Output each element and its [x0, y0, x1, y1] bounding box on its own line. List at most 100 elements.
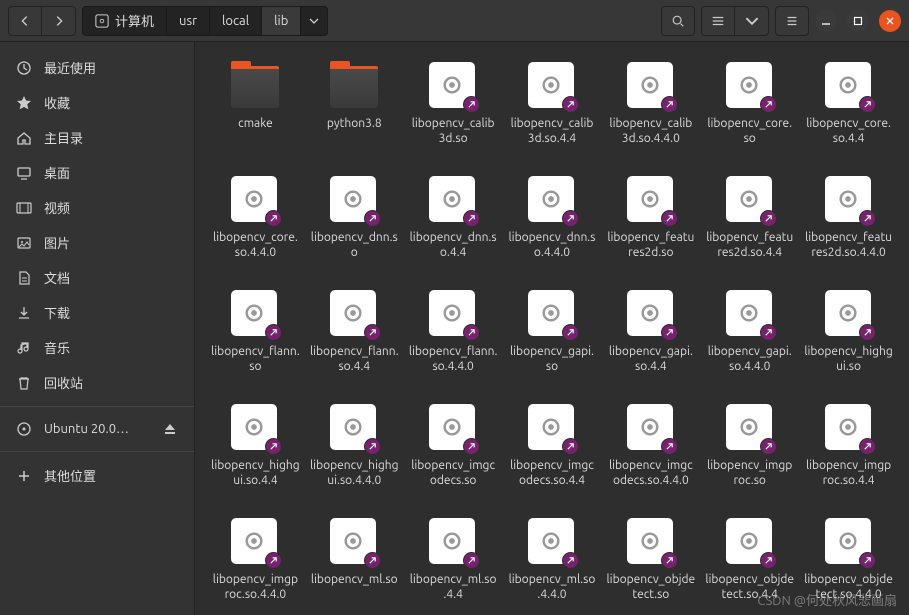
symlink-badge-icon	[661, 210, 678, 227]
file-item[interactable]: libopencv_flann.so.4.4.0	[407, 288, 500, 390]
view-list-button[interactable]	[701, 6, 735, 36]
file-item[interactable]: libopencv_core.so.4.4.0	[209, 174, 302, 276]
symlink-badge-icon	[661, 324, 678, 341]
file-item[interactable]: libopencv_highgui.so.4.4.0	[308, 402, 401, 504]
shared-lib-icon	[825, 290, 873, 338]
file-label: libopencv_highgui.so.4.4.0	[310, 458, 399, 502]
file-item[interactable]: libopencv_features2d.so	[604, 174, 697, 276]
file-item[interactable]: libopencv_objdetect.so.4.4	[703, 516, 796, 615]
file-item[interactable]: python3.8	[308, 60, 401, 162]
symlink-badge-icon	[562, 438, 579, 455]
sidebar-item-recent[interactable]: 最近使用	[0, 50, 194, 85]
file-item[interactable]: libopencv_highgui.so.4.4	[209, 402, 302, 504]
file-item[interactable]: libopencv_flann.so	[209, 288, 302, 390]
sidebar-item-label: 主目录	[44, 128, 83, 147]
download-icon	[16, 305, 32, 321]
shared-lib-icon	[726, 290, 774, 338]
file-item[interactable]: libopencv_flann.so.4.4	[308, 288, 401, 390]
path-dropdown[interactable]	[301, 7, 327, 35]
sidebar-item-pictures[interactable]: 图片	[0, 225, 194, 260]
shared-lib-icon	[825, 176, 873, 224]
file-item[interactable]: libopencv_ml.so.4.4	[407, 516, 500, 615]
symlink-badge-icon	[364, 324, 381, 341]
file-label: libopencv_flann.so	[211, 344, 300, 388]
shared-lib-icon	[528, 290, 576, 338]
sidebar-item-downloads[interactable]: 下载	[0, 295, 194, 330]
shared-lib-icon	[825, 518, 873, 566]
file-item[interactable]: libopencv_objdetect.so	[604, 516, 697, 615]
close-button[interactable]	[879, 10, 901, 32]
file-item[interactable]: libopencv_gapi.so.4.4	[604, 288, 697, 390]
shared-lib-icon	[726, 404, 774, 452]
music-icon	[16, 340, 32, 356]
titlebar: 计算机 usr local lib	[0, 0, 909, 42]
sidebar-item-documents[interactable]: 文档	[0, 260, 194, 295]
sidebar-item-label: 最近使用	[44, 58, 96, 77]
path-root-label: 计算机	[115, 11, 154, 30]
file-label: libopencv_features2d.so.4.4	[705, 230, 794, 274]
sidebar-item-label: 其他位置	[44, 466, 96, 485]
file-item[interactable]: libopencv_dnn.so.4.4.0	[506, 174, 599, 276]
file-item[interactable]: libopencv_imgproc.so.4.4	[802, 402, 895, 504]
sidebar-item-trash[interactable]: 回收站	[0, 365, 194, 400]
symlink-badge-icon	[562, 210, 579, 227]
sidebar-item-starred[interactable]: 收藏	[0, 85, 194, 120]
shared-lib-icon	[330, 518, 378, 566]
file-item[interactable]: libopencv_core.so	[703, 60, 796, 162]
search-button[interactable]	[661, 6, 695, 36]
file-item[interactable]: libopencv_gapi.so.4.4.0	[703, 288, 796, 390]
symlink-badge-icon	[463, 552, 480, 569]
file-label: libopencv_objdetect.so.4.4	[705, 572, 794, 615]
file-label: libopencv_flann.so.4.4	[310, 344, 399, 388]
file-item[interactable]: libopencv_dnn.so	[308, 174, 401, 276]
symlink-badge-icon	[760, 324, 777, 341]
clock-icon	[16, 60, 32, 76]
file-label: libopencv_objdetect.so	[606, 572, 695, 615]
file-item[interactable]: libopencv_dnn.so.4.4	[407, 174, 500, 276]
sidebar-item-home[interactable]: 主目录	[0, 120, 194, 155]
sidebar-item-desktop[interactable]: 桌面	[0, 155, 194, 190]
file-item[interactable]: libopencv_imgproc.so	[703, 402, 796, 504]
file-item[interactable]: libopencv_objdetect.so.4.4.0	[802, 516, 895, 615]
file-item[interactable]: libopencv_ml.so.4.4.0	[506, 516, 599, 615]
file-item[interactable]: libopencv_calib3d.so.4.4	[506, 60, 599, 162]
hamburger-menu[interactable]	[775, 6, 809, 36]
file-item[interactable]: libopencv_gapi.so	[506, 288, 599, 390]
file-item[interactable]: libopencv_highgui.so	[802, 288, 895, 390]
file-item[interactable]: libopencv_features2d.so.4.4.0	[802, 174, 895, 276]
maximize-button[interactable]	[847, 10, 869, 32]
path-seg-usr[interactable]: usr	[167, 7, 210, 35]
minimize-button[interactable]	[815, 10, 837, 32]
file-item[interactable]: cmake	[209, 60, 302, 162]
sidebar-item-disk[interactable]: Ubuntu 20.0…	[0, 406, 194, 445]
eject-icon[interactable]	[162, 421, 178, 437]
file-item[interactable]: libopencv_calib3d.so	[407, 60, 500, 162]
file-label: libopencv_imgproc.so.4.4.0	[211, 572, 300, 615]
path-root[interactable]: 计算机	[83, 7, 167, 35]
path-seg-local[interactable]: local	[210, 7, 262, 35]
file-item[interactable]: libopencv_ml.so	[308, 516, 401, 615]
sidebar-item-videos[interactable]: 视频	[0, 190, 194, 225]
file-item[interactable]: libopencv_imgcodecs.so	[407, 402, 500, 504]
file-item[interactable]: libopencv_imgcodecs.so.4.4	[506, 402, 599, 504]
file-pane[interactable]: cmakepython3.8libopencv_calib3d.solibope…	[195, 42, 909, 615]
symlink-badge-icon	[463, 96, 480, 113]
symlink-badge-icon	[760, 210, 777, 227]
file-item[interactable]: libopencv_imgcodecs.so.4.4.0	[604, 402, 697, 504]
sidebar-item-other[interactable]: 其他位置	[0, 451, 194, 493]
path-seg-lib[interactable]: lib	[262, 7, 301, 35]
file-item[interactable]: libopencv_imgproc.so.4.4.0	[209, 516, 302, 615]
back-button[interactable]	[8, 6, 42, 36]
view-dropdown-button[interactable]	[735, 6, 769, 36]
file-item[interactable]: libopencv_features2d.so.4.4	[703, 174, 796, 276]
symlink-badge-icon	[760, 552, 777, 569]
forward-button[interactable]	[42, 6, 76, 36]
file-label: libopencv_ml.so	[311, 572, 398, 615]
folder-icon	[231, 62, 279, 110]
sidebar-item-label: 收藏	[44, 93, 70, 112]
sidebar-item-music[interactable]: 音乐	[0, 330, 194, 365]
file-item[interactable]: libopencv_calib3d.so.4.4.0	[604, 60, 697, 162]
symlink-badge-icon	[562, 552, 579, 569]
shared-lib-icon	[231, 176, 279, 224]
file-item[interactable]: libopencv_core.so.4.4	[802, 60, 895, 162]
